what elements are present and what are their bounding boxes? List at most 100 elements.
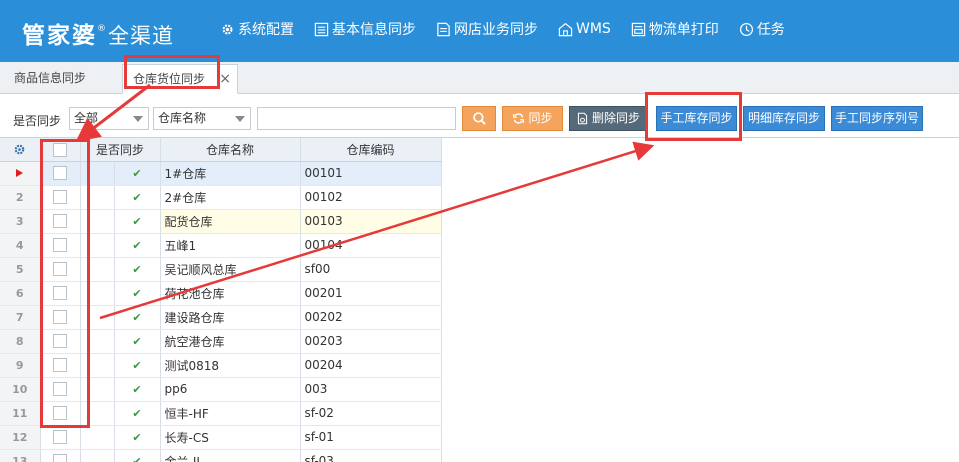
warehouse-name-cell[interactable]: 恒丰-HF	[160, 401, 301, 426]
column-header-warehouse-name[interactable]: 仓库名称	[160, 138, 301, 162]
row-checkbox[interactable]	[53, 310, 67, 325]
warehouse-code-cell[interactable]: sf-02	[300, 401, 442, 426]
warehouse-name-cell[interactable]: 配货仓库	[160, 209, 301, 234]
column-settings-header[interactable]	[0, 138, 41, 162]
table-row[interactable]: ✔ 1#仓库 00101	[0, 161, 442, 186]
row-checkbox-cell[interactable]	[40, 425, 81, 450]
row-checkbox-cell[interactable]	[40, 185, 81, 210]
row-checkbox[interactable]	[53, 358, 67, 373]
table-row[interactable]: 13 ✔ 金兰-JL sf-03	[0, 449, 442, 462]
warehouse-name-cell[interactable]: 建设路仓库	[160, 305, 301, 330]
warehouse-name-cell[interactable]: 1#仓库	[160, 161, 301, 186]
table-row[interactable]: 2 ✔ 2#仓库 00102	[0, 185, 442, 210]
warehouse-code-cell[interactable]: 00204	[300, 353, 442, 378]
row-checkbox-cell[interactable]	[40, 257, 81, 282]
row-spacer-cell	[80, 449, 115, 462]
warehouse-name-cell[interactable]: 2#仓库	[160, 185, 301, 210]
row-checkbox[interactable]	[53, 286, 67, 301]
synced-check-icon: ✔	[114, 425, 161, 450]
row-checkbox-cell[interactable]	[40, 209, 81, 234]
tab-product-info-sync[interactable]: 商品信息同步	[0, 64, 112, 94]
column-header-warehouse-code[interactable]: 仓库编码	[300, 138, 442, 162]
select-all-checkbox[interactable]	[53, 142, 67, 157]
row-checkbox[interactable]	[53, 430, 67, 445]
row-checkbox-cell[interactable]	[40, 401, 81, 426]
table-row[interactable]: 6 ✔ 荷花池仓库 00201	[0, 281, 442, 306]
warehouse-name-cell[interactable]: 五峰1	[160, 233, 301, 258]
column-header-sync[interactable]: 是否同步	[80, 138, 161, 162]
row-checkbox[interactable]	[53, 262, 67, 277]
search-button[interactable]	[462, 106, 496, 131]
table-row[interactable]: 11 ✔ 恒丰-HF sf-02	[0, 401, 442, 426]
table-row[interactable]: 9 ✔ 测试0818 00204	[0, 353, 442, 378]
detail-stock-sync-button[interactable]: 明细库存同步	[743, 106, 825, 131]
warehouse-name-cell[interactable]: 吴记顺风总库	[160, 257, 301, 282]
nav-item-wms[interactable]: WMS	[558, 19, 611, 39]
warehouse-code-cell[interactable]: sf00	[300, 257, 442, 282]
table-row[interactable]: 10 ✔ pp6 003	[0, 377, 442, 402]
row-checkbox-cell[interactable]	[40, 353, 81, 378]
row-checkbox-cell[interactable]	[40, 161, 81, 186]
sync-filter-select[interactable]: 全部	[69, 107, 149, 130]
row-checkbox-cell[interactable]	[40, 449, 81, 462]
nav-item-online-store-sync[interactable]: 网店业务同步	[436, 19, 538, 39]
manual-stock-sync-button[interactable]: 手工库存同步	[656, 106, 737, 131]
warehouse-code-cell[interactable]: sf-03	[300, 449, 442, 462]
synced-check-icon: ✔	[114, 161, 161, 186]
warehouse-name-cell[interactable]: 测试0818	[160, 353, 301, 378]
row-checkbox-cell[interactable]	[40, 329, 81, 354]
print-document-icon	[631, 22, 646, 37]
warehouse-name-cell[interactable]: pp6	[160, 377, 301, 402]
warehouse-name-cell[interactable]: 金兰-JL	[160, 449, 301, 462]
nav-item-system-config[interactable]: 系统配置	[220, 19, 294, 39]
table-row[interactable]: 7 ✔ 建设路仓库 00202	[0, 305, 442, 330]
nav-item-basic-info-sync[interactable]: 基本信息同步	[314, 19, 416, 39]
warehouse-name-cell[interactable]: 长寿-CS	[160, 425, 301, 450]
warehouse-code-cell[interactable]: 003	[300, 377, 442, 402]
row-checkbox[interactable]	[53, 454, 67, 462]
row-spacer-cell	[80, 233, 115, 258]
row-checkbox[interactable]	[53, 238, 67, 253]
warehouse-table: 是否同步 仓库名称 仓库编码 ✔ 1#仓库 00101 2 ✔ 2#仓库 00102 3 ✔ 配货…	[0, 138, 442, 462]
row-checkbox[interactable]	[53, 166, 67, 181]
nav-item-label: 物流单打印	[648, 22, 719, 38]
current-row-indicator	[0, 161, 41, 186]
table-row[interactable]: 8 ✔ 航空港仓库 00203	[0, 329, 442, 354]
warehouse-code-cell[interactable]: 00102	[300, 185, 442, 210]
sync-button[interactable]: 同步	[502, 106, 563, 131]
close-icon[interactable]: ×	[219, 65, 231, 93]
table-row[interactable]: 5 ✔ 吴记顺风总库 sf00	[0, 257, 442, 282]
warehouse-field-select[interactable]: 仓库名称	[153, 107, 251, 130]
search-input[interactable]	[257, 107, 456, 130]
row-spacer-cell	[80, 401, 115, 426]
select-all-checkbox-header[interactable]	[40, 138, 81, 162]
delete-sync-button[interactable]: 删除同步	[569, 106, 647, 131]
main-menu: 系统配置 基本信息同步 网店业务同步 WMS 物流单打印 任务	[220, 19, 805, 39]
row-checkbox[interactable]	[53, 334, 67, 349]
table-row[interactable]: 12 ✔ 长寿-CS sf-01	[0, 425, 442, 450]
gear-icon	[13, 143, 26, 156]
warehouse-code-cell[interactable]: sf-01	[300, 425, 442, 450]
warehouse-code-cell[interactable]: 00103	[300, 209, 442, 234]
row-checkbox[interactable]	[53, 382, 67, 397]
row-checkbox-cell[interactable]	[40, 233, 81, 258]
row-checkbox[interactable]	[53, 214, 67, 229]
warehouse-code-cell[interactable]: 00101	[300, 161, 442, 186]
warehouse-name-cell[interactable]: 航空港仓库	[160, 329, 301, 354]
warehouse-code-cell[interactable]: 00203	[300, 329, 442, 354]
manual-serial-sync-button[interactable]: 手工同步序列号	[831, 106, 923, 131]
table-row[interactable]: 4 ✔ 五峰1 00104	[0, 233, 442, 258]
nav-item-tasks[interactable]: 任务	[739, 19, 785, 39]
tab-warehouse-location-sync[interactable]: 仓库货位同步 ×	[122, 64, 238, 94]
warehouse-code-cell[interactable]: 00201	[300, 281, 442, 306]
row-checkbox[interactable]	[53, 190, 67, 205]
table-row[interactable]: 3 ✔ 配货仓库 00103	[0, 209, 442, 234]
row-checkbox-cell[interactable]	[40, 281, 81, 306]
row-checkbox-cell[interactable]	[40, 305, 81, 330]
warehouse-name-cell[interactable]: 荷花池仓库	[160, 281, 301, 306]
warehouse-code-cell[interactable]: 00202	[300, 305, 442, 330]
row-checkbox-cell[interactable]	[40, 377, 81, 402]
warehouse-code-cell[interactable]: 00104	[300, 233, 442, 258]
nav-item-logistics-print[interactable]: 物流单打印	[631, 19, 719, 39]
row-checkbox[interactable]	[53, 406, 67, 421]
